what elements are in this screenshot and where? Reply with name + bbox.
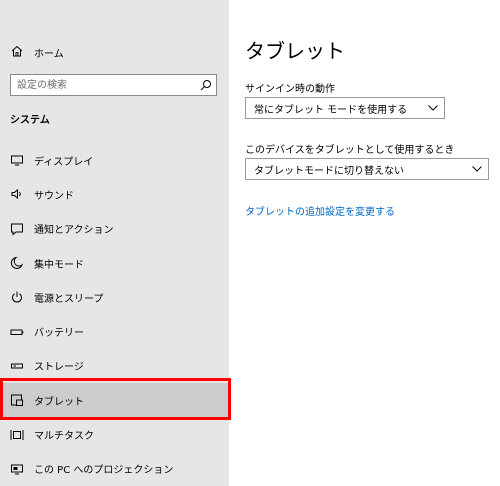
multitasking-icon <box>10 428 24 442</box>
page-title: タブレット <box>245 39 345 63</box>
additional-tablet-settings-link[interactable]: タブレットの追加設定を変更する <box>245 203 395 218</box>
home-icon <box>10 44 24 61</box>
nav-item-power-sleep[interactable]: 電源とスリープ <box>0 280 229 314</box>
notification-icon <box>10 222 24 236</box>
nav-item-label: 通知とアクション <box>34 225 114 237</box>
nav-item-notifications[interactable]: 通知とアクション <box>0 212 229 246</box>
signin-behavior-dropdown[interactable]: 常にタブレット モードを使用する <box>245 97 445 119</box>
nav-item-storage[interactable]: ストレージ <box>0 349 229 383</box>
display-icon <box>10 153 24 167</box>
search-icon[interactable] <box>196 75 216 95</box>
nav-item-label: 電源とスリープ <box>34 293 104 305</box>
nav-item-label: 集中モード <box>34 259 84 271</box>
nav-item-label: ストレージ <box>34 362 84 374</box>
nav-item-multitasking[interactable]: マルチタスク <box>0 417 229 451</box>
speaker-icon <box>10 187 24 201</box>
nav-item-battery[interactable]: バッテリー <box>0 314 229 348</box>
storage-icon <box>10 359 24 373</box>
battery-icon <box>10 325 24 339</box>
tablet-use-label: このデバイスをタブレットとして使用するとき <box>245 145 455 156</box>
power-icon <box>10 290 24 304</box>
home-label: ホーム <box>34 48 64 60</box>
tablet-mode-value: タブレットモードに切り替えない <box>254 165 404 177</box>
system-nav-list: ディスプレイ サウンド 通知とアクション 集中モード 電源とスリープ バッテリー… <box>0 143 229 486</box>
section-title: システム <box>10 115 50 126</box>
nav-item-label: タブレット <box>34 396 84 408</box>
nav-item-tablet[interactable]: タブレット <box>0 383 229 418</box>
nav-item-display[interactable]: ディスプレイ <box>0 143 229 177</box>
signin-behavior-value: 常にタブレット モードを使用する <box>254 104 408 116</box>
nav-item-projection[interactable]: この PC へのプロジェクション <box>0 452 229 486</box>
nav-item-sound[interactable]: サウンド <box>0 177 229 211</box>
home-nav-item[interactable]: ホーム <box>10 43 64 61</box>
nav-item-focus-assist[interactable]: 集中モード <box>0 246 229 280</box>
moon-icon <box>10 256 24 270</box>
nav-item-label: ディスプレイ <box>34 156 94 168</box>
projection-icon <box>10 462 24 476</box>
main-content: タブレット サインイン時の動作 常にタブレット モードを使用する このデバイスを… <box>229 0 500 486</box>
chevron-down-icon <box>428 103 438 114</box>
nav-item-label: サウンド <box>34 190 74 202</box>
chevron-down-icon <box>472 164 482 175</box>
sidebar: ホーム システム ディスプレイ サウンド 通知とアクション <box>0 0 231 486</box>
tablet-mode-dropdown[interactable]: タブレットモードに切り替えない <box>245 158 489 180</box>
nav-item-label: マルチタスク <box>34 431 94 443</box>
tablet-icon <box>10 393 24 407</box>
nav-item-label: バッテリー <box>34 328 84 340</box>
settings-search-box[interactable] <box>10 74 217 96</box>
search-input[interactable] <box>11 75 196 95</box>
nav-item-label: この PC へのプロジェクション <box>34 465 174 477</box>
signin-behavior-label: サインイン時の動作 <box>245 84 335 95</box>
